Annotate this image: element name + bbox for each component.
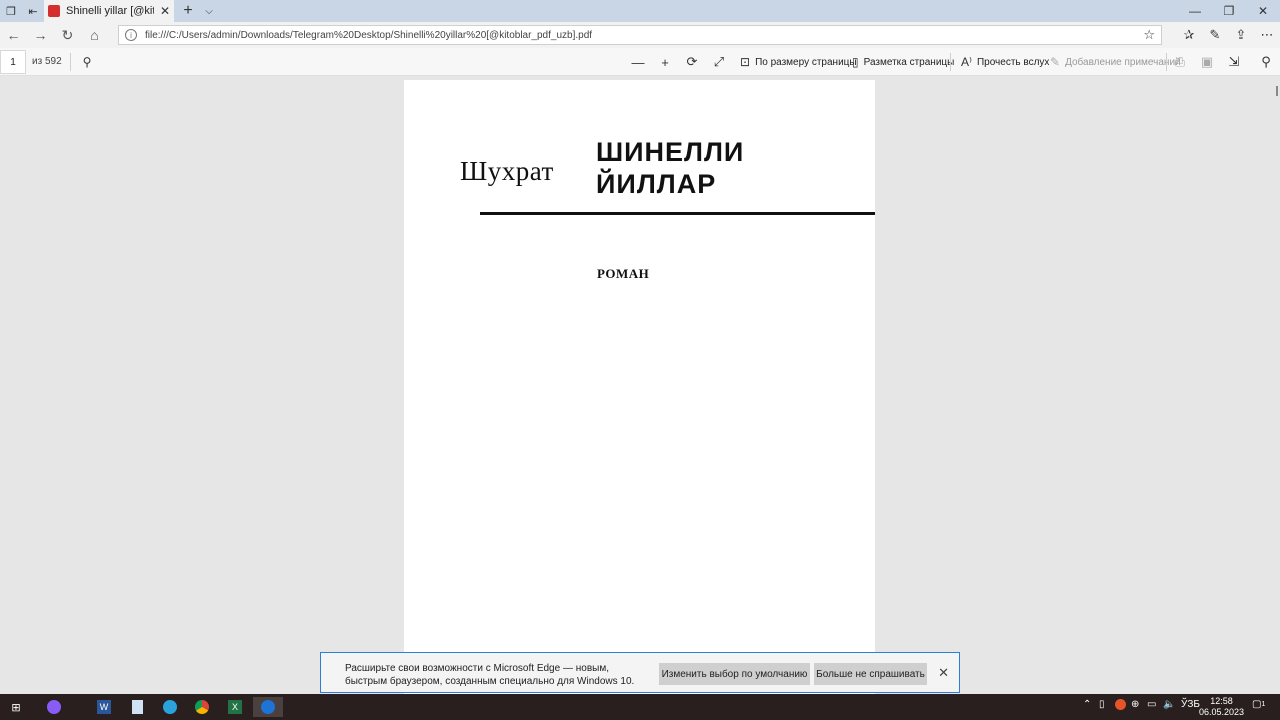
back-icon[interactable]: ← — [0, 22, 27, 48]
tab-title: Shinelli yillar [@kitoblar — [66, 5, 154, 17]
share-icon[interactable]: ⇪ — [1228, 22, 1254, 48]
close-tab-icon[interactable]: ✕ — [160, 4, 170, 18]
system-clock[interactable]: 12:58 06.05.2023 — [1199, 696, 1244, 718]
minimize-icon[interactable]: — — [1178, 0, 1212, 22]
taskbar: ⊞ W X ⌃ ▯ ⊕ ▭ 🔈 ЎЗБ 12:58 06.05.2023 ▢ 1 — [0, 694, 1280, 720]
add-notes-icon: ✎ — [1050, 55, 1061, 69]
read-aloud-label: Прочесть вслух — [976, 56, 1050, 68]
zoom-out-icon[interactable]: — — [630, 54, 646, 70]
rotate-icon[interactable]: ⟳ — [684, 54, 700, 70]
clock-date: 06.05.2023 — [1198, 707, 1244, 717]
save-as-icon[interactable]: ⇲ — [1226, 54, 1242, 70]
change-default-button[interactable]: Изменить выбор по умолчанию — [659, 663, 810, 685]
read-aloud-icon: A⁾ — [961, 55, 972, 69]
tab-actions-icon[interactable]: ❐ — [0, 0, 22, 22]
home-icon[interactable]: ⌂ — [81, 22, 108, 48]
notification-count: 1 — [1261, 701, 1266, 708]
book-author: Шухрат — [460, 156, 554, 186]
battery-icon[interactable]: ▯ — [1099, 699, 1105, 710]
save-icon[interactable]: ▣ — [1199, 54, 1215, 70]
refresh-icon[interactable]: ↻ — [54, 22, 81, 48]
new-tab-icon[interactable]: + — [178, 0, 198, 22]
url-text[interactable]: file:///C:/Users/admin/Downloads/Telegra… — [145, 30, 1143, 41]
divider — [950, 53, 951, 71]
edge-icon[interactable] — [253, 697, 283, 717]
alice-assistant-icon[interactable] — [43, 697, 65, 717]
scrollbar-thumb[interactable] — [1276, 86, 1278, 96]
network-icon[interactable]: ▭ — [1147, 699, 1156, 710]
telegram-icon[interactable] — [159, 697, 181, 717]
pdf-toolbar: 1 из 592 ⚲ — + ⟳ ⤢ ⊡ По размеру страницы… — [0, 48, 1280, 76]
language-indicator[interactable]: ЎЗБ — [1181, 699, 1200, 710]
info-icon[interactable]: i — [125, 29, 137, 41]
set-tabs-aside-icon[interactable]: ⇤ — [22, 0, 44, 22]
page-layout-icon: ▯ — [852, 55, 859, 69]
forward-icon[interactable]: → — [27, 22, 54, 48]
page-number-input[interactable]: 1 — [0, 50, 26, 74]
read-aloud-button[interactable]: A⁾ Прочесть вслух — [961, 54, 1049, 70]
more-icon[interactable]: ⋯ — [1254, 22, 1280, 48]
excel-icon[interactable]: X — [224, 697, 246, 717]
book-title-line1: ШИНЕЛЛИ — [596, 137, 745, 167]
book-genre: РОМАН — [597, 266, 650, 281]
print-icon[interactable]: ⎙ — [1172, 54, 1188, 70]
search-icon[interactable]: ⚲ — [78, 52, 96, 72]
book-title: ШИНЕЛЛИ ЙИЛЛАР — [596, 136, 744, 200]
action-icon[interactable]: ⊕ — [1131, 699, 1139, 710]
favorites-icon[interactable]: ✰ — [1176, 22, 1202, 48]
title-rule — [480, 212, 875, 215]
browser-actions: ✰ ✎ ⇪ ⋯ — [1176, 22, 1280, 48]
fit-page-icon: ⊡ — [740, 55, 751, 69]
notepad-icon[interactable] — [126, 697, 148, 717]
show-hidden-icons[interactable]: ⌃ — [1083, 699, 1091, 710]
word-icon[interactable]: W — [93, 697, 115, 717]
close-window-icon[interactable]: ✕ — [1246, 0, 1280, 22]
windows-start-icon[interactable]: ⊞ — [5, 697, 27, 717]
add-notes-button[interactable]: ✎ Добавление примечаний — [1050, 54, 1181, 70]
zoom-in-icon[interactable]: + — [657, 54, 673, 70]
notification-message: Расширьте свои возможности с Microsoft E… — [345, 663, 635, 687]
tab-pdf[interactable]: Shinelli yillar [@kitoblar ✕ — [44, 0, 174, 22]
fit-page-button[interactable]: ⊡ По размеру страницы — [740, 54, 857, 70]
pdf-page: Шухрат ШИНЕЛЛИ ЙИЛЛАР РОМАН — [404, 80, 875, 694]
page-layout-label: Разметка страницы — [863, 56, 955, 68]
title-bar: ❐ ⇤ Shinelli yillar [@kitoblar ✕ + ⌵ — ❐… — [0, 0, 1280, 22]
window-controls: — ❐ ✕ — [1178, 0, 1280, 22]
divider — [70, 53, 71, 71]
pen-icon[interactable]: ✎ — [1202, 22, 1228, 48]
page-layout-button[interactable]: ▯ Разметка страницы — [852, 54, 954, 70]
divider — [1166, 53, 1167, 71]
fullscreen-icon[interactable]: ⤢ — [711, 54, 727, 70]
tab-preview-chevron-icon[interactable]: ⌵ — [200, 0, 218, 22]
book-title-line2: ЙИЛЛАР — [596, 169, 717, 199]
restore-icon[interactable]: ❐ — [1212, 0, 1246, 22]
pdf-file-icon — [48, 5, 60, 17]
add-notes-label: Добавление примечаний — [1065, 56, 1181, 68]
volume-icon[interactable]: 🔈 — [1163, 699, 1175, 710]
dont-ask-button[interactable]: Больше не спрашивать — [814, 663, 927, 685]
pin-toolbar-icon[interactable]: ⚲ — [1258, 54, 1274, 70]
close-notification-icon[interactable]: ✕ — [938, 665, 949, 681]
favorite-star-icon[interactable]: ☆ — [1143, 27, 1155, 43]
clock-time: 12:58 — [1210, 696, 1233, 706]
address-bar[interactable]: i file:///C:/Users/admin/Downloads/Teleg… — [118, 25, 1162, 45]
fit-page-label: По размеру страницы — [755, 56, 857, 68]
notifications-center-icon[interactable]: ▢ 1 — [1252, 699, 1265, 710]
edge-notification: Расширьте свои возможности с Microsoft E… — [320, 652, 960, 693]
navigation-bar: ← → ↻ ⌂ i file:///C:/Users/admin/Downloa… — [0, 22, 1280, 48]
alert-icon[interactable] — [1115, 699, 1126, 710]
vertical-scrollbar[interactable] — [1274, 76, 1280, 694]
page-count: из 592 — [32, 56, 62, 67]
chrome-icon[interactable] — [191, 697, 213, 717]
